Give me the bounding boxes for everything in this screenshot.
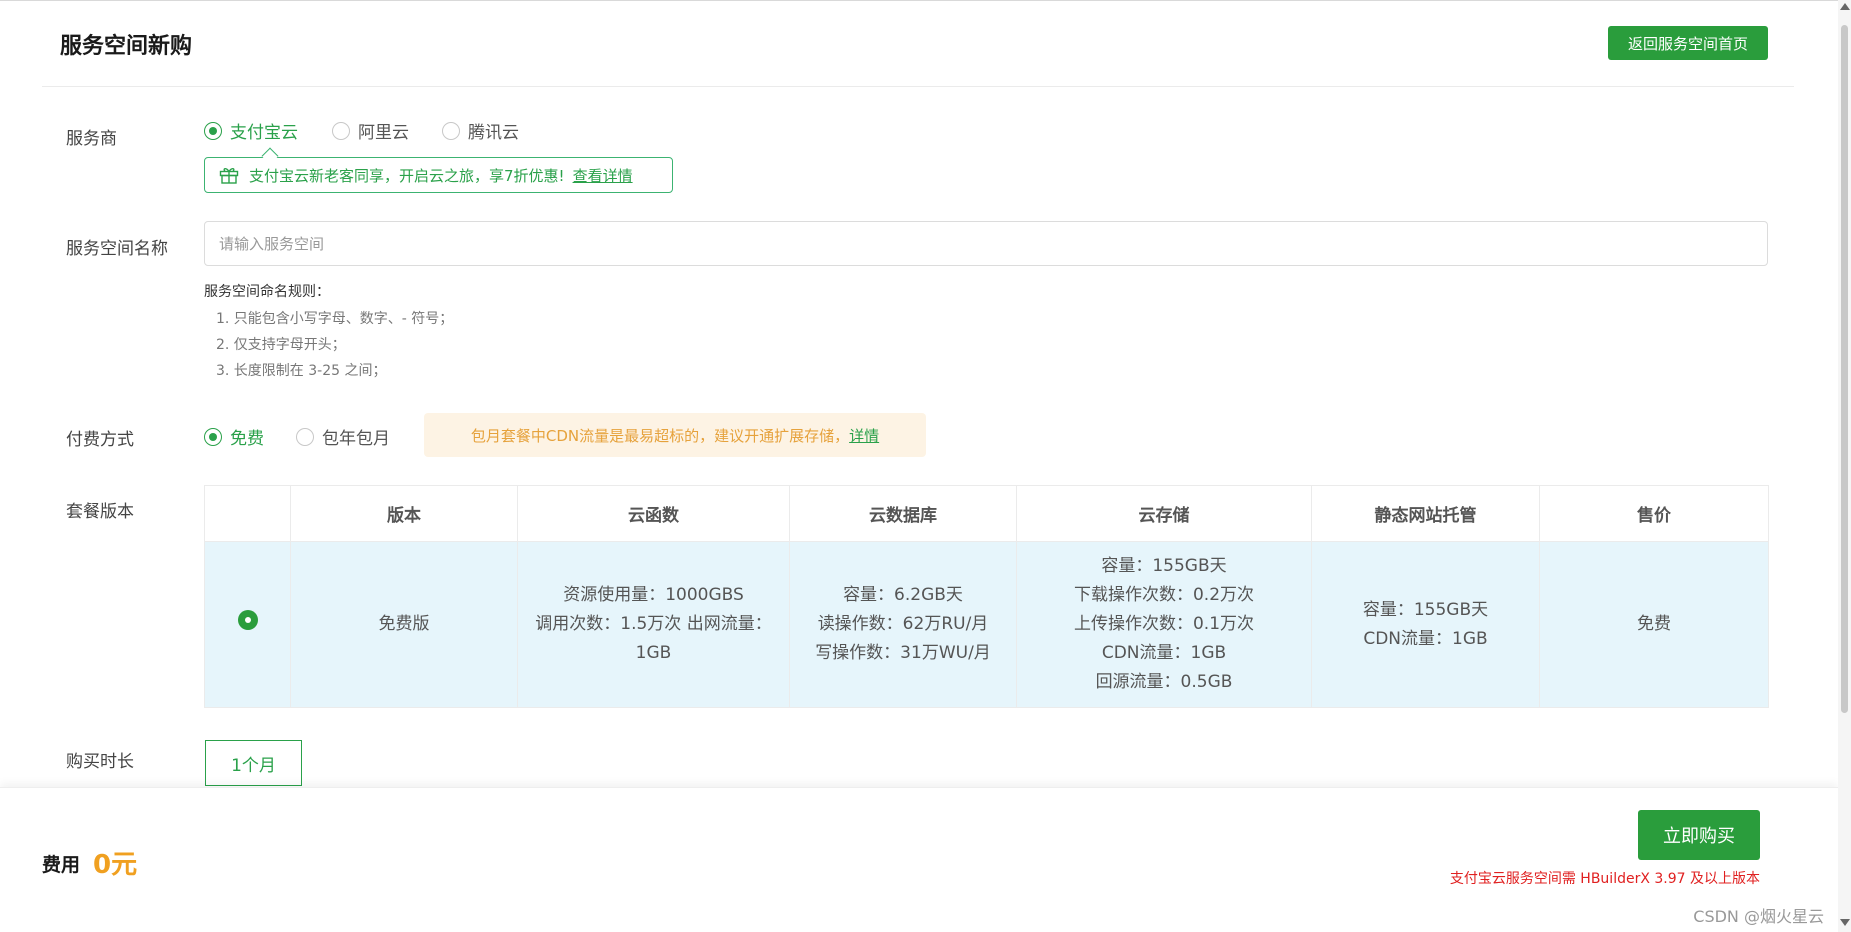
- version-requirement-note: 支付宝云服务空间需 HBuilderX 3.97 及以上版本: [1449, 871, 1760, 887]
- cdn-warning-details-link[interactable]: 详情: [849, 425, 879, 446]
- cell-line: 调用次数：1.5万次 出网流量：: [535, 614, 772, 634]
- scroll-up-icon[interactable]: [1840, 3, 1850, 10]
- cell-line: CDN流量：1GB: [1101, 643, 1227, 663]
- cell-line: 容量：6.2GB天: [843, 585, 963, 605]
- cell-line: 读操作数：62万RU/月: [817, 614, 989, 634]
- payment-label: 付费方式: [66, 430, 134, 450]
- page: 服务空间新购 返回服务空间首页 服务商 支付宝云 阿里云 腾讯云 支付宝云新老客…: [0, 0, 1851, 932]
- plan-label: 套餐版本: [66, 502, 134, 522]
- cell-line: 1GB: [635, 643, 672, 663]
- promo-banner: 支付宝云新老客同享，开启云之旅，享7折优惠! 查看详情: [204, 157, 673, 193]
- provider-option-aliyun[interactable]: 阿里云: [332, 118, 409, 143]
- scroll-thumb[interactable]: [1841, 25, 1848, 713]
- gift-icon: [219, 167, 239, 184]
- payment-option-monthly[interactable]: 包年包月: [296, 424, 390, 449]
- provider-option-label: 支付宝云: [230, 123, 298, 143]
- provider-option-tencent[interactable]: 腾讯云: [442, 118, 519, 143]
- footer-bar: 费用 0元 立即购买 支付宝云服务空间需 HBuilderX 3.97 及以上版…: [0, 787, 1838, 932]
- space-name-input[interactable]: [204, 221, 1768, 266]
- provider-option-label: 阿里云: [358, 123, 409, 143]
- payment-option-label: 免费: [230, 429, 264, 449]
- cell-line: 容量：155GB天: [1362, 599, 1489, 620]
- radio-checked-icon[interactable]: [237, 609, 258, 630]
- radio-unchecked-icon: [296, 427, 314, 446]
- column-header-static-hosting: 静态网站托管: [1311, 485, 1540, 542]
- duration-option-1-month[interactable]: 1个月: [205, 740, 302, 786]
- plan-static-hosting-cell: 容量：155GB天 CDN流量：1GB: [1311, 541, 1540, 708]
- cell-line: CDN流量：1GB: [1363, 628, 1488, 649]
- promo-details-link[interactable]: 查看详情: [573, 165, 633, 186]
- radio-unchecked-icon: [442, 121, 460, 140]
- radio-unchecked-icon: [332, 121, 350, 140]
- payment-option-free[interactable]: 免费: [204, 424, 264, 449]
- promo-text: 支付宝云新老客同享，开启云之旅，享7折优惠!: [249, 166, 565, 185]
- scrollbar[interactable]: [1838, 0, 1851, 932]
- radio-checked-icon: [204, 427, 222, 446]
- naming-rule: 2. 仅支持字母开头；: [216, 337, 346, 353]
- cell-line: 下载操作次数：0.2万次: [1073, 585, 1255, 605]
- plan-version-cell: 免费版: [290, 541, 518, 708]
- naming-rules-title: 服务空间命名规则：: [204, 284, 330, 300]
- provider-option-label: 腾讯云: [468, 123, 519, 143]
- plan-table-header: 版本 云函数 云数据库 云存储 静态网站托管 售价: [204, 485, 1769, 542]
- plan-cloud-db-cell: 容量：6.2GB天 读操作数：62万RU/月 写操作数：31万WU/月: [789, 541, 1017, 708]
- space-name-label: 服务空间名称: [66, 239, 168, 259]
- scroll-down-icon[interactable]: [1840, 919, 1850, 926]
- cell-line: 写操作数：31万WU/月: [815, 643, 991, 663]
- radio-checked-icon: [204, 121, 222, 140]
- column-header-cloud-function: 云函数: [517, 485, 790, 542]
- header: 服务空间新购 返回服务空间首页: [42, 0, 1794, 87]
- buy-now-button[interactable]: 立即购买: [1638, 810, 1760, 860]
- naming-rule: 1. 只能包含小写字母、数字、- 符号；: [216, 311, 454, 327]
- table-row[interactable]: 免费版 资源使用量：1000GBS 调用次数：1.5万次 出网流量： 1GB 容…: [204, 541, 1769, 708]
- provider-label: 服务商: [66, 129, 117, 149]
- watermark: CSDN @烟火星云: [1693, 907, 1824, 926]
- provider-option-alipay[interactable]: 支付宝云: [204, 118, 298, 143]
- cdn-warning-note: 包月套餐中CDN流量是最易超标的，建议开通扩展存储， 详情: [424, 413, 926, 457]
- payment-option-label: 包年包月: [322, 429, 390, 449]
- column-header-version: 版本: [290, 485, 518, 542]
- back-to-home-button[interactable]: 返回服务空间首页: [1608, 26, 1768, 60]
- cell-line: 容量：155GB天: [1101, 556, 1227, 576]
- column-header-price: 售价: [1539, 485, 1769, 542]
- column-header-cloud-db: 云数据库: [789, 485, 1017, 542]
- plan-select-cell[interactable]: [204, 541, 291, 708]
- page-title: 服务空间新购: [60, 34, 193, 59]
- cdn-warning-text: 包月套餐中CDN流量是最易超标的，建议开通扩展存储，: [470, 426, 850, 445]
- cell-line: 回源流量：0.5GB: [1095, 672, 1233, 692]
- plan-price-cell: 免费: [1539, 541, 1769, 708]
- cell-line: 资源使用量：1000GBS: [563, 585, 744, 605]
- naming-rule: 3. 长度限制在 3-25 之间；: [216, 363, 387, 379]
- column-header-select: [204, 485, 291, 542]
- plan-table: 版本 云函数 云数据库 云存储 静态网站托管 售价 免费版 资源使用量：1000…: [204, 485, 1769, 708]
- plan-cloud-storage-cell: 容量：155GB天 下载操作次数：0.2万次 上传操作次数：0.1万次 CDN流…: [1016, 541, 1312, 708]
- plan-cloud-function-cell: 资源使用量：1000GBS 调用次数：1.5万次 出网流量： 1GB: [517, 541, 790, 708]
- column-header-cloud-storage: 云存储: [1016, 485, 1312, 542]
- cell-line: 上传操作次数：0.1万次: [1073, 614, 1255, 634]
- fee-label: 费用: [42, 854, 81, 876]
- fee-value: 0元: [93, 850, 138, 880]
- duration-label: 购买时长: [66, 752, 134, 772]
